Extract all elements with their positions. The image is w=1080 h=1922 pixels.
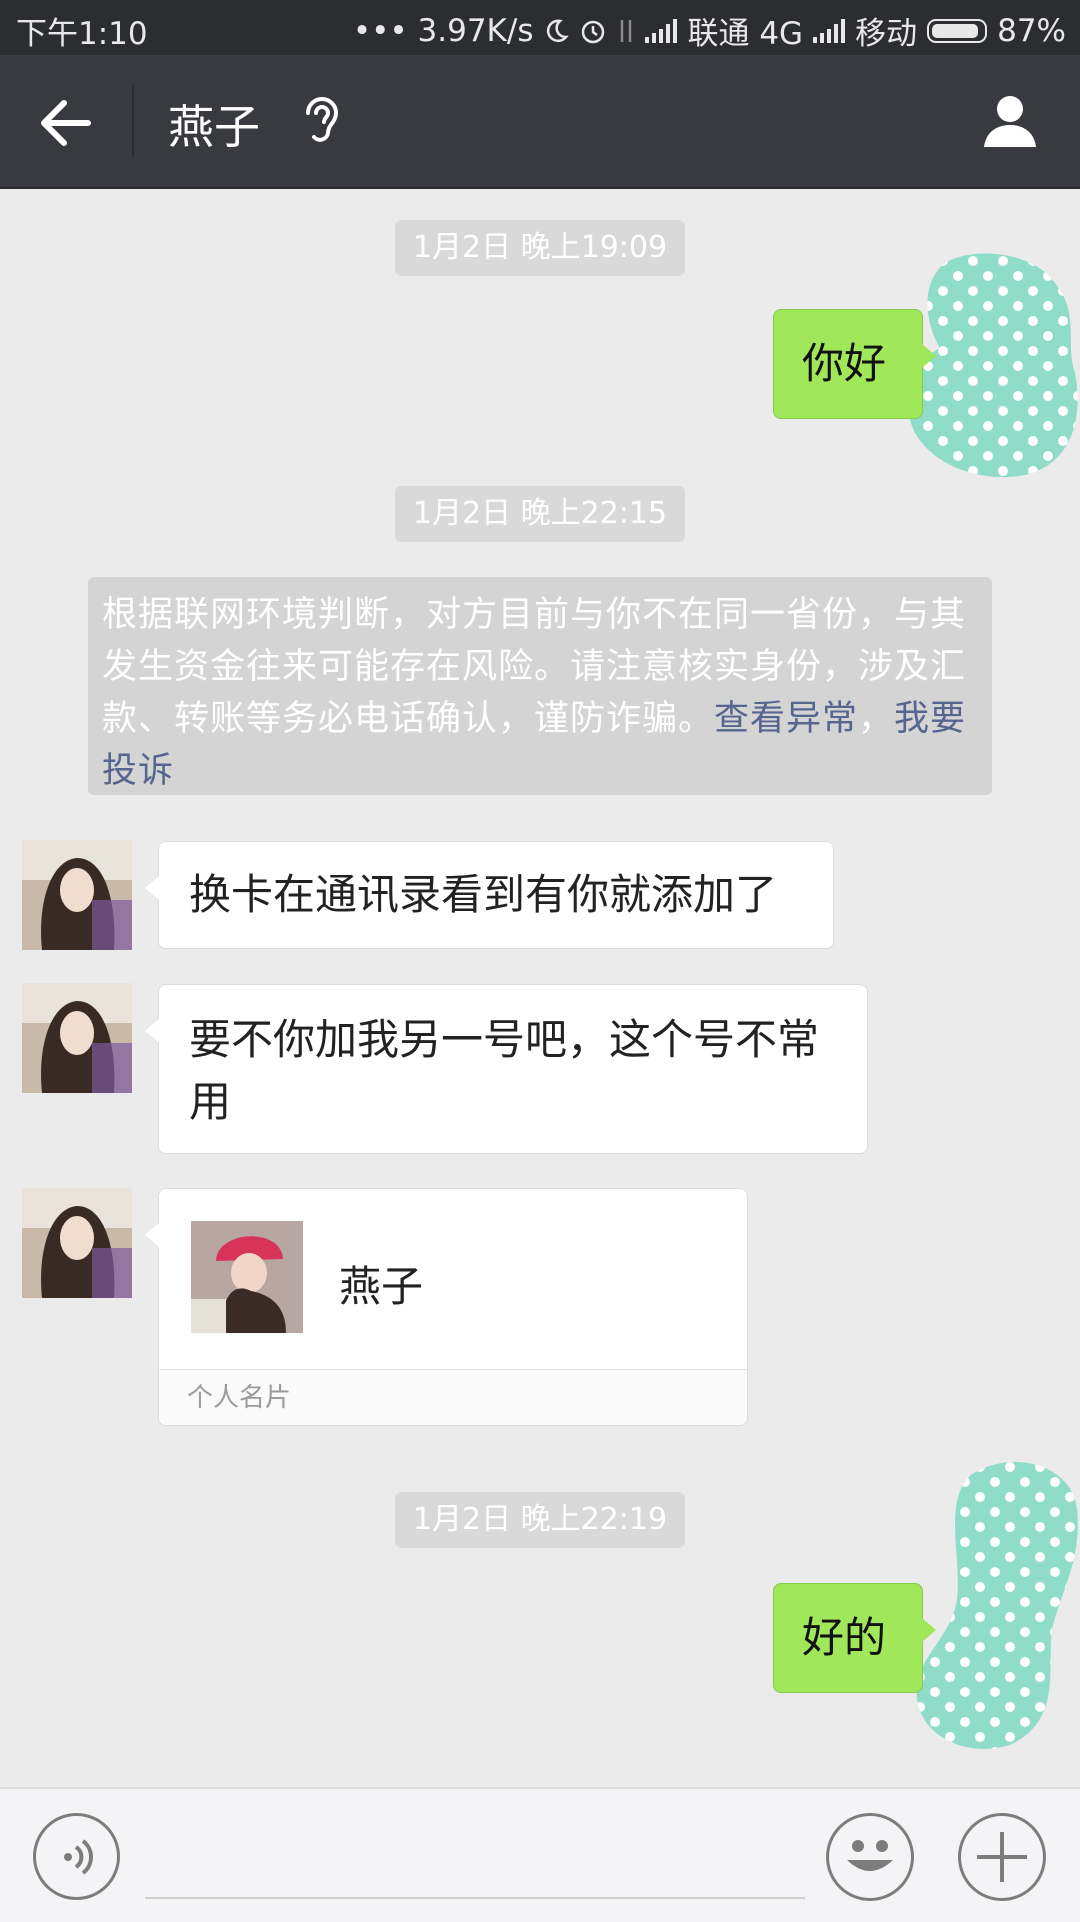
timestamp-3: 1月2日 晚上22:19 bbox=[395, 1492, 685, 1548]
contact-card-message[interactable]: 燕子 个人名片 bbox=[145, 1188, 748, 1426]
battery-level: 87% bbox=[997, 12, 1066, 49]
outgoing-message-2[interactable]: 好的 bbox=[773, 1583, 936, 1693]
status-indicators: ••• 3.97K/s 联通 4G 移动 87% bbox=[353, 8, 1066, 53]
chat-area[interactable]: 1月2日 晚上19:09 你好 1月2日 晚上22:15 根据联网环境判断，对方… bbox=[0, 189, 1080, 1787]
chat-title: 燕子 bbox=[168, 100, 260, 154]
view-anomaly-link[interactable]: 查看异常 bbox=[714, 699, 858, 739]
timestamp-1: 1月2日 晚上19:09 bbox=[395, 220, 685, 276]
contact-avatar[interactable] bbox=[22, 840, 132, 950]
security-warning: 根据联网环境判断，对方目前与你不在同一省份，与其发生资金往来可能存在风险。请注意… bbox=[88, 577, 992, 795]
data-arrows-icon bbox=[621, 19, 632, 42]
profile-icon[interactable] bbox=[980, 91, 1040, 151]
signal-icon-2 bbox=[813, 18, 846, 43]
card-footer-label: 个人名片 bbox=[159, 1369, 747, 1425]
incoming-message-1[interactable]: 换卡在通讯录看到有你就添加了 bbox=[145, 841, 834, 949]
warning-separator: ， bbox=[858, 699, 895, 739]
contact-avatar[interactable] bbox=[22, 1188, 132, 1298]
contact-avatar[interactable] bbox=[22, 983, 132, 1093]
message-input[interactable] bbox=[145, 1897, 805, 1899]
chat-header: 燕子 bbox=[0, 55, 1080, 189]
input-bar bbox=[0, 1787, 1080, 1922]
voice-button[interactable] bbox=[33, 1813, 120, 1900]
status-time: 下午1:10 bbox=[16, 16, 148, 52]
incoming-message-2[interactable]: 要不你加我另一号吧，这个号不常用 bbox=[145, 984, 868, 1154]
outgoing-message-1[interactable]: 你好 bbox=[773, 309, 936, 419]
voice-icon bbox=[64, 1839, 93, 1875]
alarm-icon bbox=[582, 20, 605, 43]
header-divider bbox=[132, 85, 134, 157]
more-button[interactable] bbox=[958, 1813, 1046, 1901]
emoji-icon bbox=[847, 1840, 893, 1871]
signal-icon-1 bbox=[645, 18, 678, 43]
status-bar: 下午1:10 ••• 3.97K/s 联通 4G 移动 87% bbox=[0, 0, 1080, 55]
emoji-button[interactable] bbox=[826, 1813, 914, 1901]
back-arrow-icon[interactable] bbox=[36, 95, 96, 151]
carrier-1: 联通 4G bbox=[687, 16, 804, 52]
timestamp-2: 1月2日 晚上22:15 bbox=[395, 486, 685, 542]
carrier-2: 移动 bbox=[855, 16, 918, 52]
plus-icon bbox=[977, 1832, 1027, 1882]
moon-icon bbox=[547, 19, 570, 42]
battery-icon bbox=[927, 18, 988, 43]
ear-icon bbox=[306, 97, 339, 142]
network-speed: ••• 3.97K/s bbox=[352, 12, 534, 49]
card-avatar bbox=[191, 1221, 303, 1333]
avatar-self-2[interactable] bbox=[912, 1459, 1080, 1751]
card-contact-name: 燕子 bbox=[339, 1262, 424, 1311]
